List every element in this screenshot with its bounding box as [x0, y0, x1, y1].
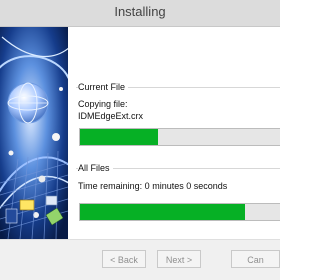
window-title: Installing: [114, 4, 166, 19]
installer-banner-image: [0, 27, 68, 239]
current-file-progress-fill: [80, 129, 159, 145]
all-files-progress-bar: [79, 203, 280, 221]
installer-footer: < Back Next > Can: [0, 239, 280, 280]
cancel-button[interactable]: Can: [231, 250, 280, 268]
back-button[interactable]: < Back: [102, 250, 146, 268]
current-file-group-label: Current File: [78, 82, 129, 92]
current-filename: IDMEdgeExt.crx: [78, 111, 144, 121]
time-remaining-label: Time remaining: 0 minutes 0 seconds: [78, 181, 228, 191]
title-bar[interactable]: Installing: [0, 0, 280, 27]
next-button[interactable]: Next >: [157, 250, 201, 268]
installer-content: Current File Copying file: IDMEdgeExt.cr…: [0, 27, 280, 239]
all-files-group-label: All Files: [78, 163, 113, 173]
all-files-progress-fill: [80, 204, 246, 220]
installer-window: Installing Current File Copying file: ID…: [0, 0, 280, 280]
current-file-progress-bar: [79, 128, 280, 146]
copying-file-label: Copying file:: [78, 99, 128, 109]
